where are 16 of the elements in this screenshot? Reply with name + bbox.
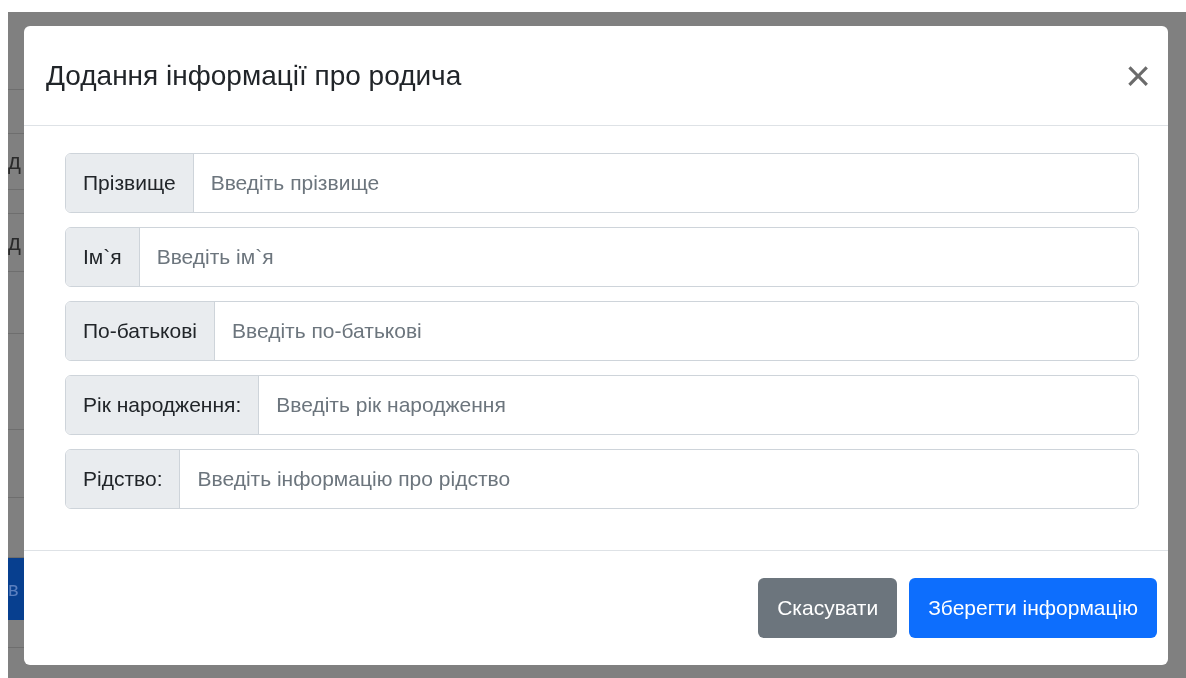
input-group[interactable]: По-батькові Введіть по-батькові [65, 301, 1139, 361]
input-group[interactable]: Ім`я Введіть ім`я [65, 227, 1139, 287]
input-group[interactable]: Рік народження: Введіть рік народження [65, 375, 1139, 435]
field-label: Ім`я [66, 228, 140, 286]
save-button[interactable]: Зберегти інформацію [909, 578, 1157, 638]
close-button[interactable]: × [1118, 55, 1158, 96]
field-label: Рік народження: [66, 376, 260, 434]
field-label: Рідство: [66, 450, 181, 508]
input-group[interactable]: Прізвище Введіть прізвище [65, 153, 1139, 213]
modal-title: Додання інформації про родича [46, 58, 462, 93]
field-label: По-батькові [66, 302, 215, 360]
input-group[interactable]: Рідство: Введіть інформацію про рідство [65, 449, 1139, 509]
table-cell-text: д [8, 150, 21, 173]
table-cell-text: д [8, 231, 21, 254]
field-label: Прізвище [66, 154, 194, 212]
cancel-button[interactable]: Скасувати [758, 578, 898, 638]
